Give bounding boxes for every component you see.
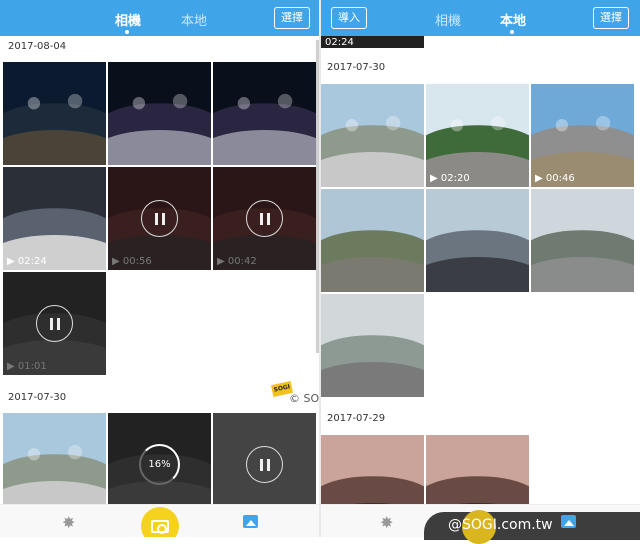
date-header: 2017-07-30 (327, 62, 386, 73)
select-button[interactable]: 選擇 (593, 7, 629, 29)
thumbnail[interactable] (531, 189, 634, 292)
local-album-screen: 導入 相機 本地 選擇 02:24 2017-07-30 ▶ 02:20 ▶ 00… (321, 0, 640, 537)
thumbnail[interactable] (3, 62, 106, 165)
thumbnail[interactable]: ▶ 02:20 (426, 84, 529, 187)
duration-label: ▶ 00:46 (535, 173, 575, 184)
tab-local[interactable]: 本地 (500, 10, 526, 29)
pause-icon[interactable] (246, 446, 283, 483)
star-icon[interactable]: ✸ (62, 513, 75, 532)
pause-icon[interactable] (246, 200, 283, 237)
active-tab-indicator (510, 30, 514, 34)
star-icon[interactable]: ✸ (380, 513, 393, 532)
pause-icon[interactable] (36, 305, 73, 342)
date-header: 2017-07-29 (327, 413, 386, 424)
select-button[interactable]: 選擇 (274, 7, 310, 29)
camera-icon (151, 520, 169, 534)
thumbnail[interactable]: ▶ 02:24 (3, 167, 106, 270)
download-progress: 16% (139, 444, 180, 485)
thumbnail[interactable]: ▶ 00:46 (531, 84, 634, 187)
camera-album-screen: 相機 本地 選擇 2017-08-04 ▶ 02:24 ▶ 00:56 ▶ 00:4… (0, 0, 319, 537)
duration-label: 02:24 (325, 37, 354, 48)
thumbnail[interactable] (426, 189, 529, 292)
duration-label: ▶ 01:01 (7, 361, 47, 372)
duration-label: ▶ 00:56 (112, 256, 152, 267)
gallery-icon[interactable] (561, 515, 576, 528)
thumbnail[interactable]: 16% (108, 413, 211, 516)
top-bar: 相機 本地 選擇 (0, 0, 319, 36)
tab-local[interactable]: 本地 (181, 10, 207, 29)
active-tab-indicator (125, 30, 129, 34)
watermark-text: @SOGI.com.tw (448, 517, 553, 533)
thumbnail-partial[interactable]: 02:24 (321, 36, 424, 48)
thumbnail[interactable] (321, 294, 424, 397)
thumbnail[interactable] (3, 413, 106, 516)
duration-label: ▶ 02:24 (7, 256, 47, 267)
gallery-icon[interactable] (243, 515, 258, 528)
watermark-text: © SOGI.com.tw (289, 392, 319, 405)
import-button[interactable]: 導入 (331, 7, 367, 29)
thumbnail[interactable] (213, 413, 316, 516)
pause-icon[interactable] (141, 200, 178, 237)
thumbnail[interactable] (213, 62, 316, 165)
thumbnail[interactable] (108, 62, 211, 165)
duration-label: ▶ 02:20 (430, 173, 470, 184)
thumbnail[interactable] (321, 84, 424, 187)
duration-label: ▶ 00:42 (217, 256, 257, 267)
camera-button[interactable] (141, 507, 179, 537)
tab-camera[interactable]: 相機 (435, 10, 461, 29)
tab-camera[interactable]: 相機 (115, 10, 141, 29)
top-bar: 導入 相機 本地 選擇 (321, 0, 640, 36)
thumbnail[interactable]: ▶ 00:42 (213, 167, 316, 270)
date-header: 2017-07-30 (8, 392, 67, 403)
thumbnail[interactable]: ▶ 01:01 (3, 272, 106, 375)
thumbnail[interactable] (321, 189, 424, 292)
date-header: 2017-08-04 (8, 41, 67, 52)
thumbnail[interactable]: ▶ 00:56 (108, 167, 211, 270)
